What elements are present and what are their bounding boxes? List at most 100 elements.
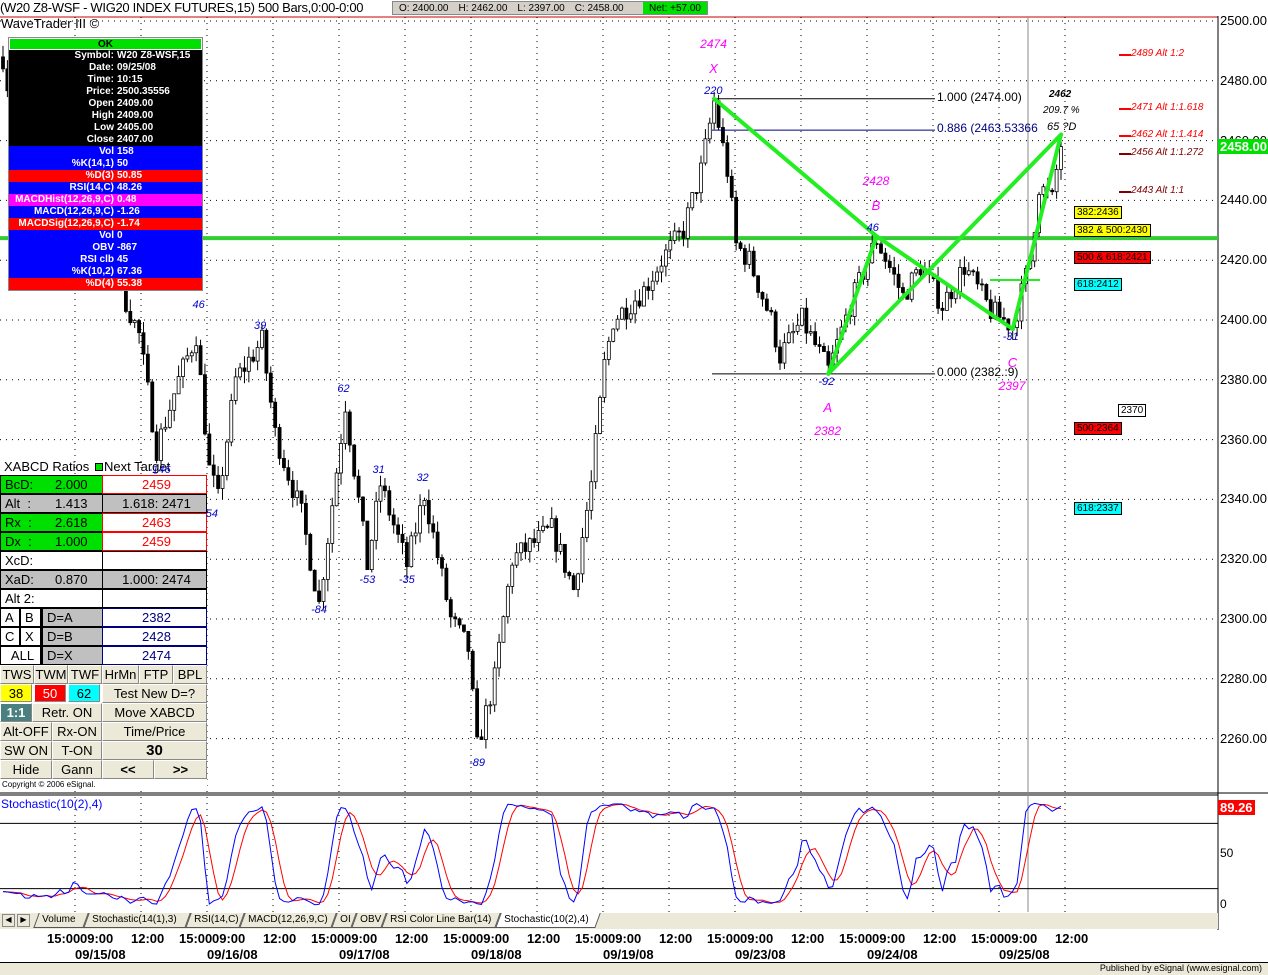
tab-label: Stochastic(10(2),4) [504, 914, 589, 925]
stoch-current-tag: 89.26 [1218, 800, 1255, 815]
ratio-row: BcD: 2.000 [0, 475, 103, 494]
button-ftp[interactable]: FTP [139, 665, 173, 684]
gann-button[interactable]: Gann [52, 760, 102, 779]
candle-body [769, 309, 774, 313]
price-axis-label: 2480.00 [1220, 72, 1267, 88]
candle-body [685, 207, 690, 239]
candle-body [391, 514, 396, 526]
time-label: 15:00 [839, 931, 873, 946]
swing-label: 46 [192, 299, 205, 312]
date-label: 09/24/08 [867, 947, 918, 962]
tab-volume[interactable]: Volume [33, 913, 89, 928]
info-value: 0 [117, 230, 123, 241]
candle-body [176, 376, 181, 395]
tab-rsi-14-c-[interactable]: RSI(14,C) [185, 913, 245, 928]
alt-target-marker [1119, 107, 1131, 110]
alt-toggle[interactable]: Alt-OFF [0, 722, 52, 741]
copyright: Copyright © 2006 eSignal. [0, 779, 207, 790]
info-row: RSI clb 45 [9, 254, 202, 266]
candle-body [786, 332, 791, 344]
bars-setting[interactable]: 30 [102, 741, 207, 760]
fib-button-50[interactable]: 50 [34, 684, 66, 702]
d-toggle-A[interactable]: A [0, 608, 20, 627]
time-price-button[interactable]: Time/Price [102, 722, 207, 741]
d-toggle-X[interactable]: X [20, 627, 41, 646]
tab-scroll-left-icon[interactable]: ◀ [2, 914, 15, 927]
candle-body [703, 138, 708, 164]
candle-body [813, 331, 818, 345]
alt-target-marker [1119, 134, 1131, 137]
candle-body [510, 564, 515, 587]
candle-body [466, 630, 471, 652]
d-toggle-C[interactable]: C [0, 627, 20, 646]
candle-body [325, 543, 330, 580]
button-twm[interactable]: TWM [34, 665, 68, 684]
candle-body [1059, 146, 1063, 170]
tab-stochastic-10-2-4-[interactable]: Stochastic(10(2),4) [495, 913, 601, 928]
time-label: 15:00 [971, 931, 1005, 946]
tab-label: OBV [360, 914, 382, 925]
date-label: 09/15/08 [75, 947, 126, 962]
info-label: %K(10,2) [71, 266, 114, 277]
info-label: High [91, 110, 114, 121]
stoch-axis-label: 50 [1220, 846, 1234, 860]
candle-body [141, 332, 146, 355]
candle-body [255, 347, 260, 362]
time-label: 09:00 [476, 931, 510, 946]
swing-toggle[interactable]: SW ON [0, 741, 52, 760]
pattern-price-X: 2474 [700, 36, 727, 51]
tab-scroll-right-icon[interactable]: ▶ [17, 914, 30, 927]
button-tws[interactable]: TWS [0, 665, 34, 684]
candle-body [282, 458, 286, 469]
alt-target-marker [1119, 152, 1131, 155]
candle-body [936, 278, 940, 309]
d-toggle-B[interactable]: B [20, 608, 41, 627]
candle-body [707, 122, 712, 140]
swing-label: -35 [398, 574, 415, 587]
d-toggle-all[interactable]: ALL [0, 646, 41, 665]
retracement-toggle[interactable]: Retr. ON [32, 703, 102, 722]
candle-body [887, 260, 892, 268]
test-new-d-button[interactable]: Test New D=? [102, 684, 207, 703]
ratio-row-label: XcD: [5, 553, 34, 568]
info-value: W20 Z8-WSF,15 [117, 50, 191, 61]
previous-button[interactable]: << [102, 760, 154, 779]
info-value: 45 [117, 254, 129, 265]
price-axis-label: 2420.00 [1220, 252, 1267, 268]
swing-label: 32 [416, 472, 429, 485]
tab-stochastic-14-1-3-[interactable]: Stochastic(14(1),3) [83, 913, 191, 928]
candle-body [299, 490, 304, 504]
info-row: Vol 0 [9, 230, 202, 242]
ratio-value: 1.000 [55, 534, 88, 549]
info-row: RSI(14,C) 48.26 [9, 182, 202, 194]
candle-body [892, 267, 897, 275]
stoch-title[interactable]: Stochastic(10(2),4) [1, 797, 102, 811]
time-label: 09:00 [872, 931, 906, 946]
retracement-tag: 618:2337 [1074, 502, 1122, 516]
candle-body [624, 307, 629, 320]
candle-body [497, 641, 501, 669]
one-to-one-button[interactable]: 1:1 [0, 703, 32, 722]
next-button[interactable]: >> [154, 760, 207, 779]
tab-rsi-color-line-bar-14-[interactable]: RSI Color Line Bar(14) [381, 913, 501, 928]
candle-body [879, 243, 883, 254]
candle-body [901, 287, 905, 293]
info-label: Symbol: [74, 50, 114, 61]
tab-macd-12-26-9-c-[interactable]: MACD(12,26,9,C) [239, 913, 337, 928]
candle-body [216, 474, 221, 489]
pattern-swing-B: 46 [866, 222, 879, 235]
move-xabcd-button[interactable]: Move XABCD [102, 703, 207, 722]
button-hrmn[interactable]: HrMn [102, 665, 139, 684]
button-twf[interactable]: TWF [68, 665, 102, 684]
hide-button[interactable]: Hide [0, 760, 52, 779]
time-label: 12:00 [131, 931, 165, 946]
candle-body [413, 532, 418, 537]
button-bpl[interactable]: BPL [173, 665, 207, 684]
fib-button-38[interactable]: 38 [0, 684, 32, 702]
fib-button-62[interactable]: 62 [68, 684, 100, 702]
rx-toggle[interactable]: Rx-ON [52, 722, 102, 741]
time-toggle[interactable]: T-ON [52, 741, 102, 760]
swing-label: 31 [372, 463, 385, 476]
candle-body [628, 313, 633, 320]
stoch-k-line [2, 802, 1062, 906]
